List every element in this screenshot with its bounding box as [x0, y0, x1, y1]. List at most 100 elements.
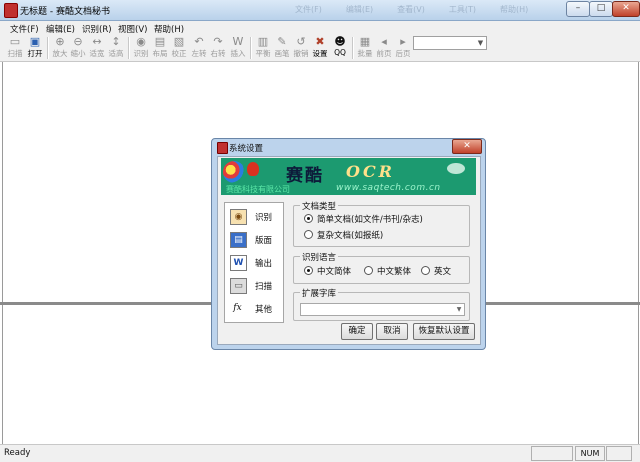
nav-item-scan[interactable]: ▭ 扫描 [228, 276, 282, 296]
maximize-button[interactable]: □ [589, 1, 613, 17]
open-folder-icon: ▣ [29, 35, 41, 48]
menu-view[interactable]: 视图(V) [118, 23, 147, 35]
menu-help[interactable]: 帮助(H) [154, 23, 184, 35]
nav-item-label: 其他 [255, 305, 273, 315]
batch-icon: ▦ [359, 35, 371, 48]
balance-icon: ▥ [257, 35, 269, 48]
radio-simplified-chinese[interactable]: 中文简体 [304, 265, 351, 277]
nav-item-label: 输出 [255, 259, 273, 269]
prev-page-icon: ◂ [381, 35, 387, 48]
doc-type-group: 文档类型 简单文档(如文件/书刊/杂志) 复杂文档(如报纸) [293, 200, 470, 247]
settings-nav: ◉ 识别 ▤ 版面 W 输出 ▭ 扫描 fx 其他 [224, 202, 284, 323]
settings-tools-icon: ✖ [315, 35, 325, 48]
dialog-close-button[interactable]: ✕ [452, 139, 482, 154]
dialog-title: 系统设置 [229, 144, 264, 154]
insert-button[interactable]: W 插入 [228, 35, 248, 61]
window-title: 无标题 - 赛酷文档秘书 [20, 7, 110, 17]
minimize-button[interactable]: – [566, 1, 590, 17]
speech-bubble-icon [447, 163, 465, 174]
app-icon [4, 3, 18, 18]
toolbar: ▭ 扫描 ▣ 打开 ⊕ 放大 ⊖ 缩小 ↔ 适宽 ↕ 适高 ◉ 识别 ▤ 布局 ▧ 校正 ↶ 左转 … [0, 35, 640, 62]
dialog-title-bar[interactable]: 系统设置 ✕ [212, 139, 485, 155]
ghost-menu-item: 工具(T) [448, 5, 476, 14]
banner-brand-en: OCR [346, 162, 395, 181]
rotate-right-icon: ↷ [213, 35, 223, 48]
scanner-icon: ▭ [230, 278, 247, 294]
status-bar: Ready NUM [0, 444, 640, 462]
open-button[interactable]: ▣ 打开 [25, 35, 45, 61]
flame-logo-icon [247, 162, 259, 176]
menu-bar: 文件(F) 编辑(E) 识别(R) 视图(V) 帮助(H) [0, 21, 640, 35]
doc-type-legend: 文档类型 [300, 200, 339, 212]
dialog-body: 赛酷 OCR 赛酷科技有限公司 www.saqtech.com.cn ◉ 识别 … [217, 156, 481, 345]
menu-file[interactable]: 文件(F) [10, 23, 39, 35]
chevron-down-icon: ▼ [477, 39, 484, 47]
nav-item-label: 版面 [255, 236, 273, 246]
rotate-left-icon: ↶ [194, 35, 204, 48]
undo-icon: ↺ [296, 35, 306, 48]
ghost-menu-item: 编辑(E) [345, 5, 374, 14]
layout-icon: ▤ [154, 35, 166, 48]
workspace-right-edge [638, 62, 639, 444]
page-combo[interactable]: ▼ [413, 36, 487, 50]
fit-height-button[interactable]: ↕ 适高 [106, 35, 126, 61]
title-bar: 无标题 - 赛酷文档秘书 文件(F) 编辑(E) 查看(V) 工具(T) 帮助(H) –… [0, 0, 640, 21]
library-legend: 扩展字库 [300, 287, 339, 299]
radio-selected-icon [304, 266, 313, 275]
status-caps [531, 446, 573, 461]
language-legend: 识别语言 [300, 251, 339, 263]
radio-unselected-icon [304, 230, 313, 239]
correct-icon: ▧ [173, 35, 185, 48]
ghost-menu-item: 查看(V) [397, 5, 425, 14]
qq-label: QQ [334, 48, 346, 57]
radio-english[interactable]: 英文 [421, 265, 451, 277]
brand-banner: 赛酷 OCR 赛酷科技有限公司 www.saqtech.com.cn [221, 158, 476, 195]
ghost-menu-item: 文件(F) [295, 5, 322, 14]
banner-url: www.saqtech.com.cn [336, 183, 441, 193]
scanner-icon: ▭ [9, 35, 21, 48]
qq-button[interactable]: ☻ QQ [330, 35, 350, 61]
eye-icon: ◉ [230, 209, 247, 225]
qq-penguin-icon: ☻ [334, 35, 346, 48]
radio-traditional-chinese[interactable]: 中文繁体 [364, 265, 411, 277]
settings-dialog: 系统设置 ✕ 赛酷 OCR 赛酷科技有限公司 www.saqtech.com.c… [211, 138, 486, 350]
close-button[interactable]: ✕ [612, 1, 640, 17]
radio-label: 英文 [434, 267, 452, 277]
radio-selected-icon [304, 214, 313, 223]
language-group: 识别语言 中文简体 中文繁体 英文 [293, 251, 470, 284]
ok-button[interactable]: 确定 [341, 323, 373, 340]
menu-edit[interactable]: 编辑(E) [46, 23, 75, 35]
fit-height-label: 适高 [108, 49, 124, 58]
cancel-button[interactable]: 取消 [376, 323, 408, 340]
insert-word-icon: W [232, 35, 244, 48]
zoom-in-icon: ⊕ [55, 35, 65, 48]
nav-item-recognize[interactable]: ◉ 识别 [228, 207, 282, 227]
pen-icon: ✎ [277, 35, 287, 48]
next-page-icon: ▸ [400, 35, 406, 48]
chevron-down-icon: ▼ [456, 306, 462, 313]
swirl-logo-icon [223, 161, 245, 183]
radio-simple-doc[interactable]: 简单文档(如文件/书刊/杂志) [304, 213, 423, 225]
word-document-icon: W [230, 255, 247, 271]
status-scroll [606, 446, 632, 461]
dialog-app-icon [217, 142, 228, 154]
open-button-label: 打开 [27, 49, 43, 58]
ghost-menu-item: 帮助(H) [500, 5, 529, 14]
nav-item-output[interactable]: W 输出 [228, 253, 282, 273]
radio-label: 中文简体 [317, 267, 352, 277]
library-select[interactable]: ▼ [300, 303, 465, 316]
workspace-left-edge [2, 62, 3, 444]
nav-item-label: 识别 [255, 213, 273, 223]
layout-page-icon: ▤ [230, 232, 247, 248]
status-text: Ready [4, 448, 31, 458]
nav-item-layout[interactable]: ▤ 版面 [228, 230, 282, 250]
menu-recognize[interactable]: 识别(R) [82, 23, 112, 35]
radio-complex-doc[interactable]: 复杂文档(如报纸) [304, 229, 383, 241]
next-page-button[interactable]: ▸ 后页 [393, 35, 413, 61]
recognize-icon: ◉ [136, 35, 146, 48]
restore-defaults-button[interactable]: 恢复默认设置 [413, 323, 475, 340]
fit-width-icon: ↔ [92, 35, 102, 48]
radio-label: 简单文档(如文件/书刊/杂志) [317, 215, 423, 225]
nav-item-other[interactable]: fx 其他 [228, 299, 282, 319]
radio-unselected-icon [421, 266, 430, 275]
